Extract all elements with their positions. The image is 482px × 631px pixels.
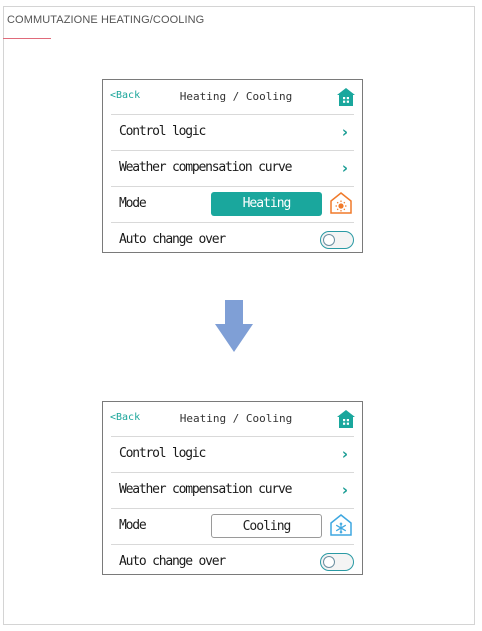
row-auto-change-over: Auto change over <box>111 544 354 580</box>
mode-label: Mode <box>119 196 147 211</box>
row-control-logic[interactable]: Control logic › <box>111 114 354 150</box>
toggle-knob <box>323 233 335 246</box>
screen-header: <Back Heating / Cooling <box>103 80 362 114</box>
chevron-right-icon[interactable]: › <box>342 123 348 141</box>
snowflake-icon <box>330 514 352 536</box>
auto-change-over-toggle[interactable] <box>320 553 354 571</box>
screen-title: Heating / Cooling <box>179 412 293 425</box>
screen-title: Heating / Cooling <box>179 90 293 103</box>
weather-curve-label: Weather compensation curve <box>119 160 292 175</box>
auto-change-over-label: Auto change over <box>119 554 226 569</box>
control-logic-label: Control logic <box>119 124 206 139</box>
weather-curve-label: Weather compensation curve <box>119 482 292 497</box>
row-weather-compensation-curve[interactable]: Weather compensation curve › <box>111 150 354 186</box>
mode-selector[interactable]: Heating <box>211 192 322 216</box>
auto-change-over-label: Auto change over <box>119 232 226 247</box>
home-icon[interactable] <box>336 87 356 107</box>
mode-label: Mode <box>119 518 147 533</box>
section-underline <box>3 38 51 39</box>
section-title: COMMUTAZIONE HEATING/COOLING <box>7 14 205 26</box>
row-weather-compensation-curve[interactable]: Weather compensation curve › <box>111 472 354 508</box>
auto-change-over-toggle[interactable] <box>320 231 354 249</box>
sun-icon <box>330 192 352 214</box>
row-control-logic[interactable]: Control logic › <box>111 436 354 472</box>
screen-header: <Back Heating / Cooling <box>103 402 362 436</box>
row-mode: Mode Cooling <box>111 508 354 544</box>
home-icon[interactable] <box>336 409 356 429</box>
toggle-knob <box>323 555 335 568</box>
row-auto-change-over: Auto change over <box>111 222 354 258</box>
back-link[interactable]: <Back <box>110 412 140 423</box>
chevron-right-icon[interactable]: › <box>342 159 348 177</box>
control-logic-label: Control logic <box>119 446 206 461</box>
chevron-right-icon[interactable]: › <box>342 481 348 499</box>
row-mode: Mode Heating <box>111 186 354 222</box>
back-link[interactable]: <Back <box>110 90 140 101</box>
mode-selector[interactable]: Cooling <box>211 514 322 538</box>
heating-cooling-screen-heating: <Back Heating / Cooling Control logic › … <box>102 79 363 253</box>
chevron-right-icon[interactable]: › <box>342 445 348 463</box>
down-arrow-icon <box>215 300 253 352</box>
heating-cooling-screen-cooling: <Back Heating / Cooling Control logic › … <box>102 401 363 575</box>
